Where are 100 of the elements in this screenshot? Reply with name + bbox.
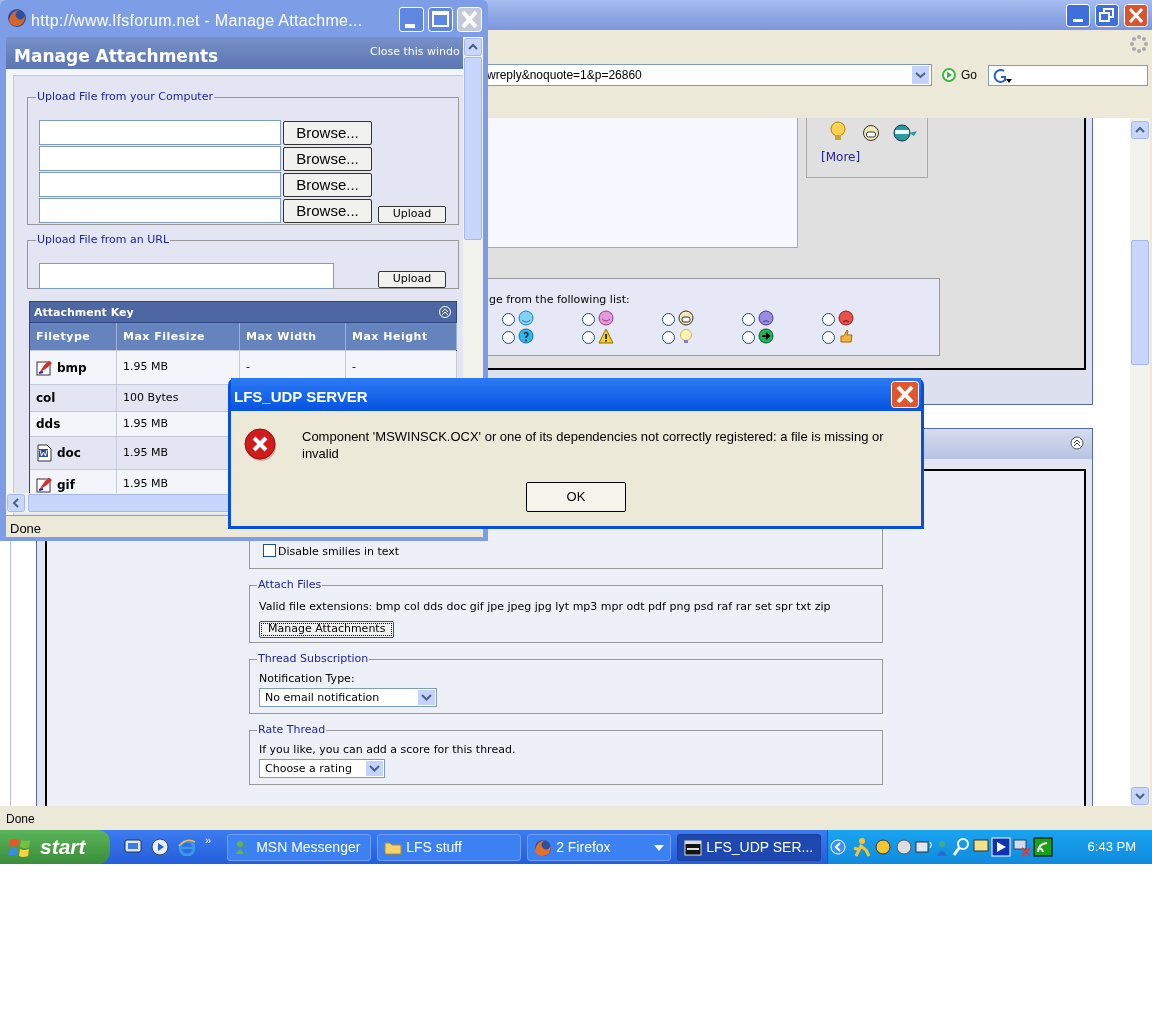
image-file-icon xyxy=(36,358,53,377)
internet-explorer-icon[interactable] xyxy=(178,838,196,856)
close-button[interactable] xyxy=(1124,4,1148,27)
message-icon-prompt: ge from the following list: xyxy=(489,292,630,308)
radio-button[interactable] xyxy=(502,313,515,326)
browse-button[interactable]: Browse... xyxy=(283,172,372,197)
section-legend: Attach Files xyxy=(257,577,323,594)
document-file-icon xyxy=(36,444,53,462)
taskbar-button[interactable]: LFS_UDP SER... xyxy=(677,833,822,861)
browse-button[interactable]: Browse... xyxy=(283,198,372,223)
table-cell: 1.95 MB xyxy=(123,359,169,376)
rating-hint: If you like, you can add a score for this thread. xyxy=(259,741,517,758)
page-heading: Manage Attachments xyxy=(14,45,219,68)
more-link[interactable]: [More] xyxy=(821,148,861,166)
arrow-circle-icon xyxy=(758,328,774,344)
more-quick-launch-button[interactable]: » xyxy=(205,832,212,849)
windows-flag-icon xyxy=(8,836,32,858)
scrollbar-thumb[interactable] xyxy=(464,57,482,240)
show-hidden-icons-button[interactable] xyxy=(830,839,847,855)
media-player-icon[interactable] xyxy=(151,838,169,856)
manage-attachments-button[interactable]: Manage Attachments xyxy=(259,620,395,638)
close-window-link[interactable]: Close this windo xyxy=(370,44,460,61)
table-cell: - xyxy=(352,359,356,376)
file-path-field[interactable] xyxy=(39,197,281,223)
radio-button[interactable] xyxy=(742,331,755,344)
radio-button[interactable] xyxy=(822,313,835,326)
table-cell-text: 1.95 MB xyxy=(123,415,169,432)
table-title: Attachment Key xyxy=(34,305,134,321)
question-mark-icon xyxy=(518,328,534,344)
thumbs-up-icon xyxy=(838,328,854,344)
file-path-field[interactable] xyxy=(39,119,281,145)
search-engine-icon[interactable] xyxy=(992,68,1012,84)
winking-smiley-icon xyxy=(518,310,534,326)
lightbulb-icon xyxy=(678,328,694,344)
browse-button[interactable]: Browse... xyxy=(283,120,372,145)
image-file-icon xyxy=(36,475,53,494)
ok-button[interactable]: OK xyxy=(526,482,626,512)
error-icon xyxy=(244,428,278,462)
checkbox[interactable] xyxy=(263,544,276,558)
radio-button[interactable] xyxy=(742,313,755,326)
radio-button[interactable] xyxy=(502,331,515,344)
status-text: Done xyxy=(10,520,42,538)
table-cell-text: 1.95 MB xyxy=(123,444,169,461)
angry-smiley-icon xyxy=(838,310,854,326)
warning-icon xyxy=(598,328,614,344)
desktop-icon[interactable] xyxy=(124,838,142,856)
rating-dropdown[interactable]: Choose a rating xyxy=(259,759,385,778)
file-type: gif xyxy=(57,476,75,494)
file-path-field[interactable] xyxy=(39,171,281,197)
section-legend: Rate Thread xyxy=(257,722,327,739)
ninja-smiley-icon[interactable] xyxy=(892,124,918,142)
taskbar-button[interactable]: MSN Messenger xyxy=(227,833,372,861)
status-text: Done xyxy=(6,811,35,828)
browse-button[interactable]: Browse... xyxy=(283,146,372,171)
url-field[interactable] xyxy=(39,262,334,289)
section-legend: Upload File from your Computer xyxy=(36,89,214,106)
vertical-scrollbar[interactable] xyxy=(1130,118,1150,806)
dialog-title: LFS_UDP SERVER xyxy=(234,387,368,407)
clock: 6:43 PM xyxy=(1087,838,1136,857)
table-cell-text: 100 Bytes xyxy=(123,389,179,406)
minimize-button[interactable] xyxy=(1066,4,1090,27)
radio-button[interactable] xyxy=(582,313,595,326)
file-type: doc xyxy=(57,445,81,462)
close-button[interactable] xyxy=(891,381,919,408)
scrollbar-thumb[interactable] xyxy=(1131,240,1149,365)
grinning-smiley-icon xyxy=(678,310,694,326)
browser-logo-icon xyxy=(7,8,27,28)
file-path-field[interactable] xyxy=(39,145,281,171)
table-cell: - xyxy=(246,359,250,376)
frowning-smiley-icon xyxy=(758,310,774,326)
people-icon xyxy=(234,838,253,857)
window-title: http://www.lfsforum.net - Manage Attachme... xyxy=(31,11,363,31)
grinning-smiley-icon[interactable] xyxy=(862,124,880,142)
taskbar-button[interactable]: 2 Firefox xyxy=(527,833,672,861)
go-arrow-icon[interactable] xyxy=(941,67,957,83)
happy-smiley-icon xyxy=(598,310,614,326)
table-cell: 1.95 MB xyxy=(123,476,169,493)
radio-button[interactable] xyxy=(582,331,595,344)
minimize-button[interactable] xyxy=(399,7,424,32)
maximize-button[interactable] xyxy=(428,7,453,32)
restore-button[interactable] xyxy=(1095,4,1119,27)
file-type: bmp xyxy=(57,359,87,377)
valid-extensions-text: Valid file extensions: bmp col dds doc gif jpe jpeg jpg lyt mp3 mpr odt pdf png psd raf rar set spr txt zip xyxy=(259,598,832,615)
field-label: Notification Type: xyxy=(259,670,356,687)
radio-button[interactable] xyxy=(662,331,675,344)
radio-button[interactable] xyxy=(662,313,675,326)
loading-throbber-icon xyxy=(1129,34,1149,54)
collapse-icon[interactable] xyxy=(1070,436,1084,450)
file-type: dds xyxy=(36,416,61,433)
section-legend: Thread Subscription xyxy=(257,651,370,668)
dropdown-arrow-icon xyxy=(654,844,665,851)
error-message: Component 'MSWINSCK.OCX' or one of its dependencies not correctly registered: a file is missing or invalid xyxy=(302,428,885,462)
notification-type-dropdown[interactable]: No email notification xyxy=(259,688,437,707)
search-field[interactable] xyxy=(988,65,1148,86)
terminal-window-icon xyxy=(684,838,703,857)
radio-button[interactable] xyxy=(822,331,835,344)
taskbar-button[interactable]: LFS stuff xyxy=(377,833,522,861)
go-button[interactable]: Go xyxy=(961,66,977,84)
checkbox-label: Disable smilies in text xyxy=(278,544,400,560)
file-type: col xyxy=(36,390,56,407)
